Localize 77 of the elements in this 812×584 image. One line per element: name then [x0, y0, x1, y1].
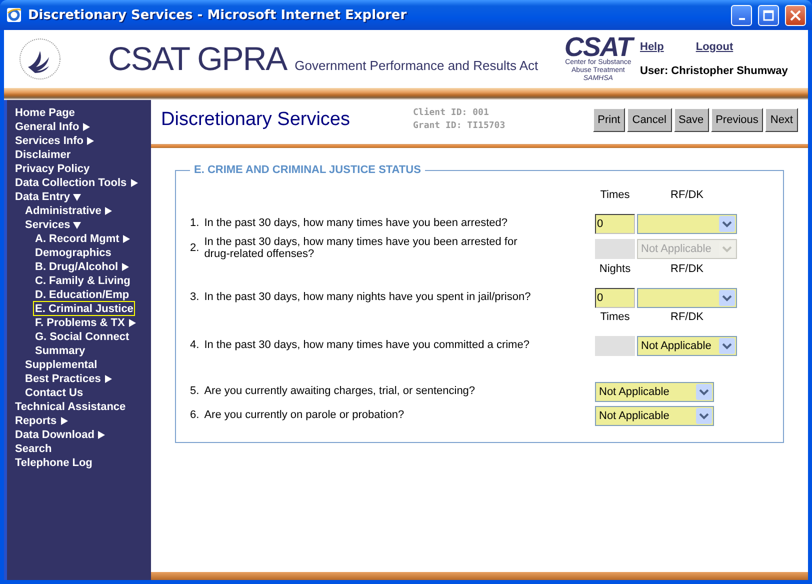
maximize-icon [763, 10, 774, 20]
dropdown[interactable]: Not Applicable [595, 382, 714, 402]
nav-link[interactable]: Services Info [14, 134, 96, 147]
caret-right-icon[interactable] [104, 206, 112, 214]
nav-link[interactable]: Services [24, 218, 82, 231]
client-id: Client ID: 001 [413, 107, 490, 120]
nav-link[interactable]: Telephone Log [14, 456, 94, 469]
nav-link[interactable]: Data Entry [14, 190, 82, 203]
nav-link[interactable]: C. Family & Living [34, 274, 132, 287]
nav-link[interactable]: Summary [34, 344, 86, 357]
question-text: 4. In the past 30 days, how many times have you committed a crime? [190, 338, 530, 353]
caret-right-icon[interactable] [60, 416, 68, 424]
nav-link[interactable]: Home Page [14, 106, 76, 119]
nav-link[interactable]: Disclaimer [14, 148, 72, 161]
nav-link[interactable]: Technical Assistance [14, 400, 127, 413]
nav-link[interactable]: D. Education/Emp [34, 288, 130, 301]
dropdown[interactable]: Not Applicable [637, 336, 737, 356]
agency-logo-name: CSAT [564, 35, 632, 59]
column-header: Times [599, 188, 631, 203]
header-link[interactable]: Help [640, 41, 664, 53]
close-icon [790, 10, 801, 20]
question-text: 5. Are you currently awaiting charges, trial, or sentencing? [190, 384, 476, 399]
nav-link[interactable]: Demographics [34, 246, 112, 259]
close-button[interactable] [785, 4, 806, 26]
toolbar-button[interactable]: Previous [710, 108, 764, 132]
nav-link[interactable]: B. Drug/Alcohol [34, 260, 130, 273]
caret-right-icon[interactable] [130, 178, 138, 186]
nav-link[interactable]: Best Practices [24, 372, 113, 385]
minimize-icon [738, 18, 744, 20]
caret-right-icon[interactable] [97, 430, 106, 438]
dropdown[interactable]: Not Applicable [595, 406, 714, 426]
toolbar-button[interactable]: Cancel [627, 108, 672, 132]
seal-icon [18, 37, 62, 81]
column-header: Times [599, 310, 631, 325]
nav-link[interactable]: Search [14, 442, 53, 455]
nav-link[interactable]: A. Record Mgmt [34, 232, 132, 245]
grant-id: Grant ID: TI15703 [413, 120, 506, 133]
user-name: User: Christopher Shumway [640, 65, 789, 77]
caret-right-icon[interactable] [104, 374, 112, 382]
toolbar-button[interactable]: Save [674, 108, 709, 132]
app-subtitle: Government Performance and Results Act [294, 58, 538, 74]
window-title: Discretionary Services - Microsoft Internet Explorer [28, 8, 408, 22]
nav-link[interactable]: E. Criminal Justice [34, 302, 134, 315]
toolbar-button[interactable]: Print [592, 108, 626, 132]
nav-link[interactable]: Reports [14, 414, 69, 427]
question-text: 6. Are you currently on parole or probation? [190, 408, 406, 423]
count-input[interactable]: 0 [595, 214, 635, 234]
question-text: 3. In the past 30 days, how many nights have you spent in jail/prison? [190, 290, 532, 305]
toolbar-button[interactable]: Next [765, 108, 798, 132]
browser-icon [6, 7, 22, 23]
maximize-button[interactable] [758, 4, 779, 26]
caret-right-icon[interactable] [128, 318, 136, 326]
caret-down-icon[interactable] [73, 192, 82, 200]
nav-link[interactable]: Data Collection Tools [14, 176, 139, 189]
header-link[interactable]: Logout [696, 41, 734, 53]
nav-link[interactable]: General Info [14, 120, 92, 133]
nav-link[interactable]: Contact Us [24, 386, 84, 399]
column-header: RF/DK [670, 188, 704, 203]
nav-link[interactable]: Privacy Policy [14, 162, 91, 175]
question-text: 2. In the past 30 days, how many times have you been arrested for drug-related offenses? [190, 236, 518, 260]
nav-link[interactable]: Supplemental [24, 358, 98, 371]
nav-link[interactable]: F. Problems & TX [34, 316, 137, 329]
section-title: E. CRIME AND CRIMINAL JUSTICE STATUS [193, 164, 422, 176]
app-name: CSAT GPRA [108, 40, 287, 78]
caret-down-icon[interactable] [73, 220, 82, 228]
caret-right-icon[interactable] [121, 262, 130, 270]
column-header: RF/DK [670, 262, 704, 277]
caret-right-icon[interactable] [122, 234, 130, 242]
count-input[interactable]: 0 [595, 288, 635, 308]
nav-link[interactable]: Data Download [14, 428, 106, 441]
question-text: 1. In the past 30 days, how many times have you been arrested? [190, 216, 508, 231]
nav-link[interactable]: G. Social Connect [34, 330, 130, 343]
nav-link[interactable]: Administrative [24, 204, 114, 217]
page-title: Discretionary Services [161, 109, 351, 131]
minimize-button[interactable] [731, 4, 752, 26]
column-header: Nights [598, 262, 632, 277]
column-header: RF/DK [670, 310, 704, 325]
